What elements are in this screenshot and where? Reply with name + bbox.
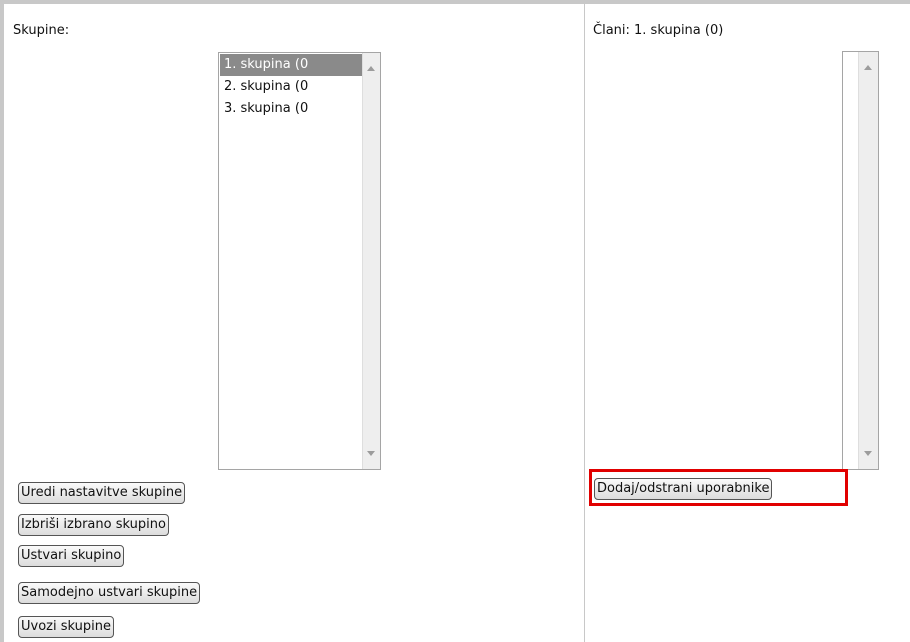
add-remove-users-button[interactable]: Dodaj/odstrani uporabnike bbox=[594, 478, 773, 500]
auto-create-groups-button[interactable]: Samodejno ustvari skupine bbox=[18, 582, 201, 604]
groups-label: Skupine: bbox=[13, 23, 70, 38]
scroll-down-arrow-icon[interactable] bbox=[367, 451, 375, 456]
group-item-3[interactable]: 3. skupina (0 bbox=[220, 98, 362, 120]
scroll-up-arrow-icon[interactable] bbox=[864, 65, 872, 70]
import-groups-button[interactable]: Uvozi skupine bbox=[18, 616, 114, 638]
create-group-button[interactable]: Ustvari skupino bbox=[18, 545, 125, 567]
delete-selected-group-button[interactable]: Izbriši izbrano skupino bbox=[18, 514, 169, 536]
group-item-2[interactable]: 2. skupina (0 bbox=[220, 76, 362, 98]
groups-items: 1. skupina (0 2. skupina (0 3. skupina (… bbox=[220, 54, 362, 120]
members-panel: Člani: 1. skupina (0) Dodaj/odstrani upo… bbox=[585, 4, 910, 642]
group-item-1[interactable]: 1. skupina (0 bbox=[220, 54, 362, 76]
members-label: Člani: 1. skupina (0) bbox=[593, 23, 724, 38]
edit-group-settings-button[interactable]: Uredi nastavitve skupine bbox=[18, 482, 186, 504]
groups-panel: Skupine: 1. skupina (0 2. skupina (0 3. … bbox=[4, 4, 584, 642]
groups-listbox[interactable]: 1. skupina (0 2. skupina (0 3. skupina (… bbox=[218, 52, 381, 470]
scroll-down-arrow-icon[interactable] bbox=[864, 451, 872, 456]
members-listbox[interactable] bbox=[842, 51, 879, 470]
scroll-up-arrow-icon[interactable] bbox=[367, 66, 375, 71]
members-scrollbar[interactable] bbox=[858, 52, 878, 469]
groups-scrollbar[interactable] bbox=[362, 53, 380, 469]
